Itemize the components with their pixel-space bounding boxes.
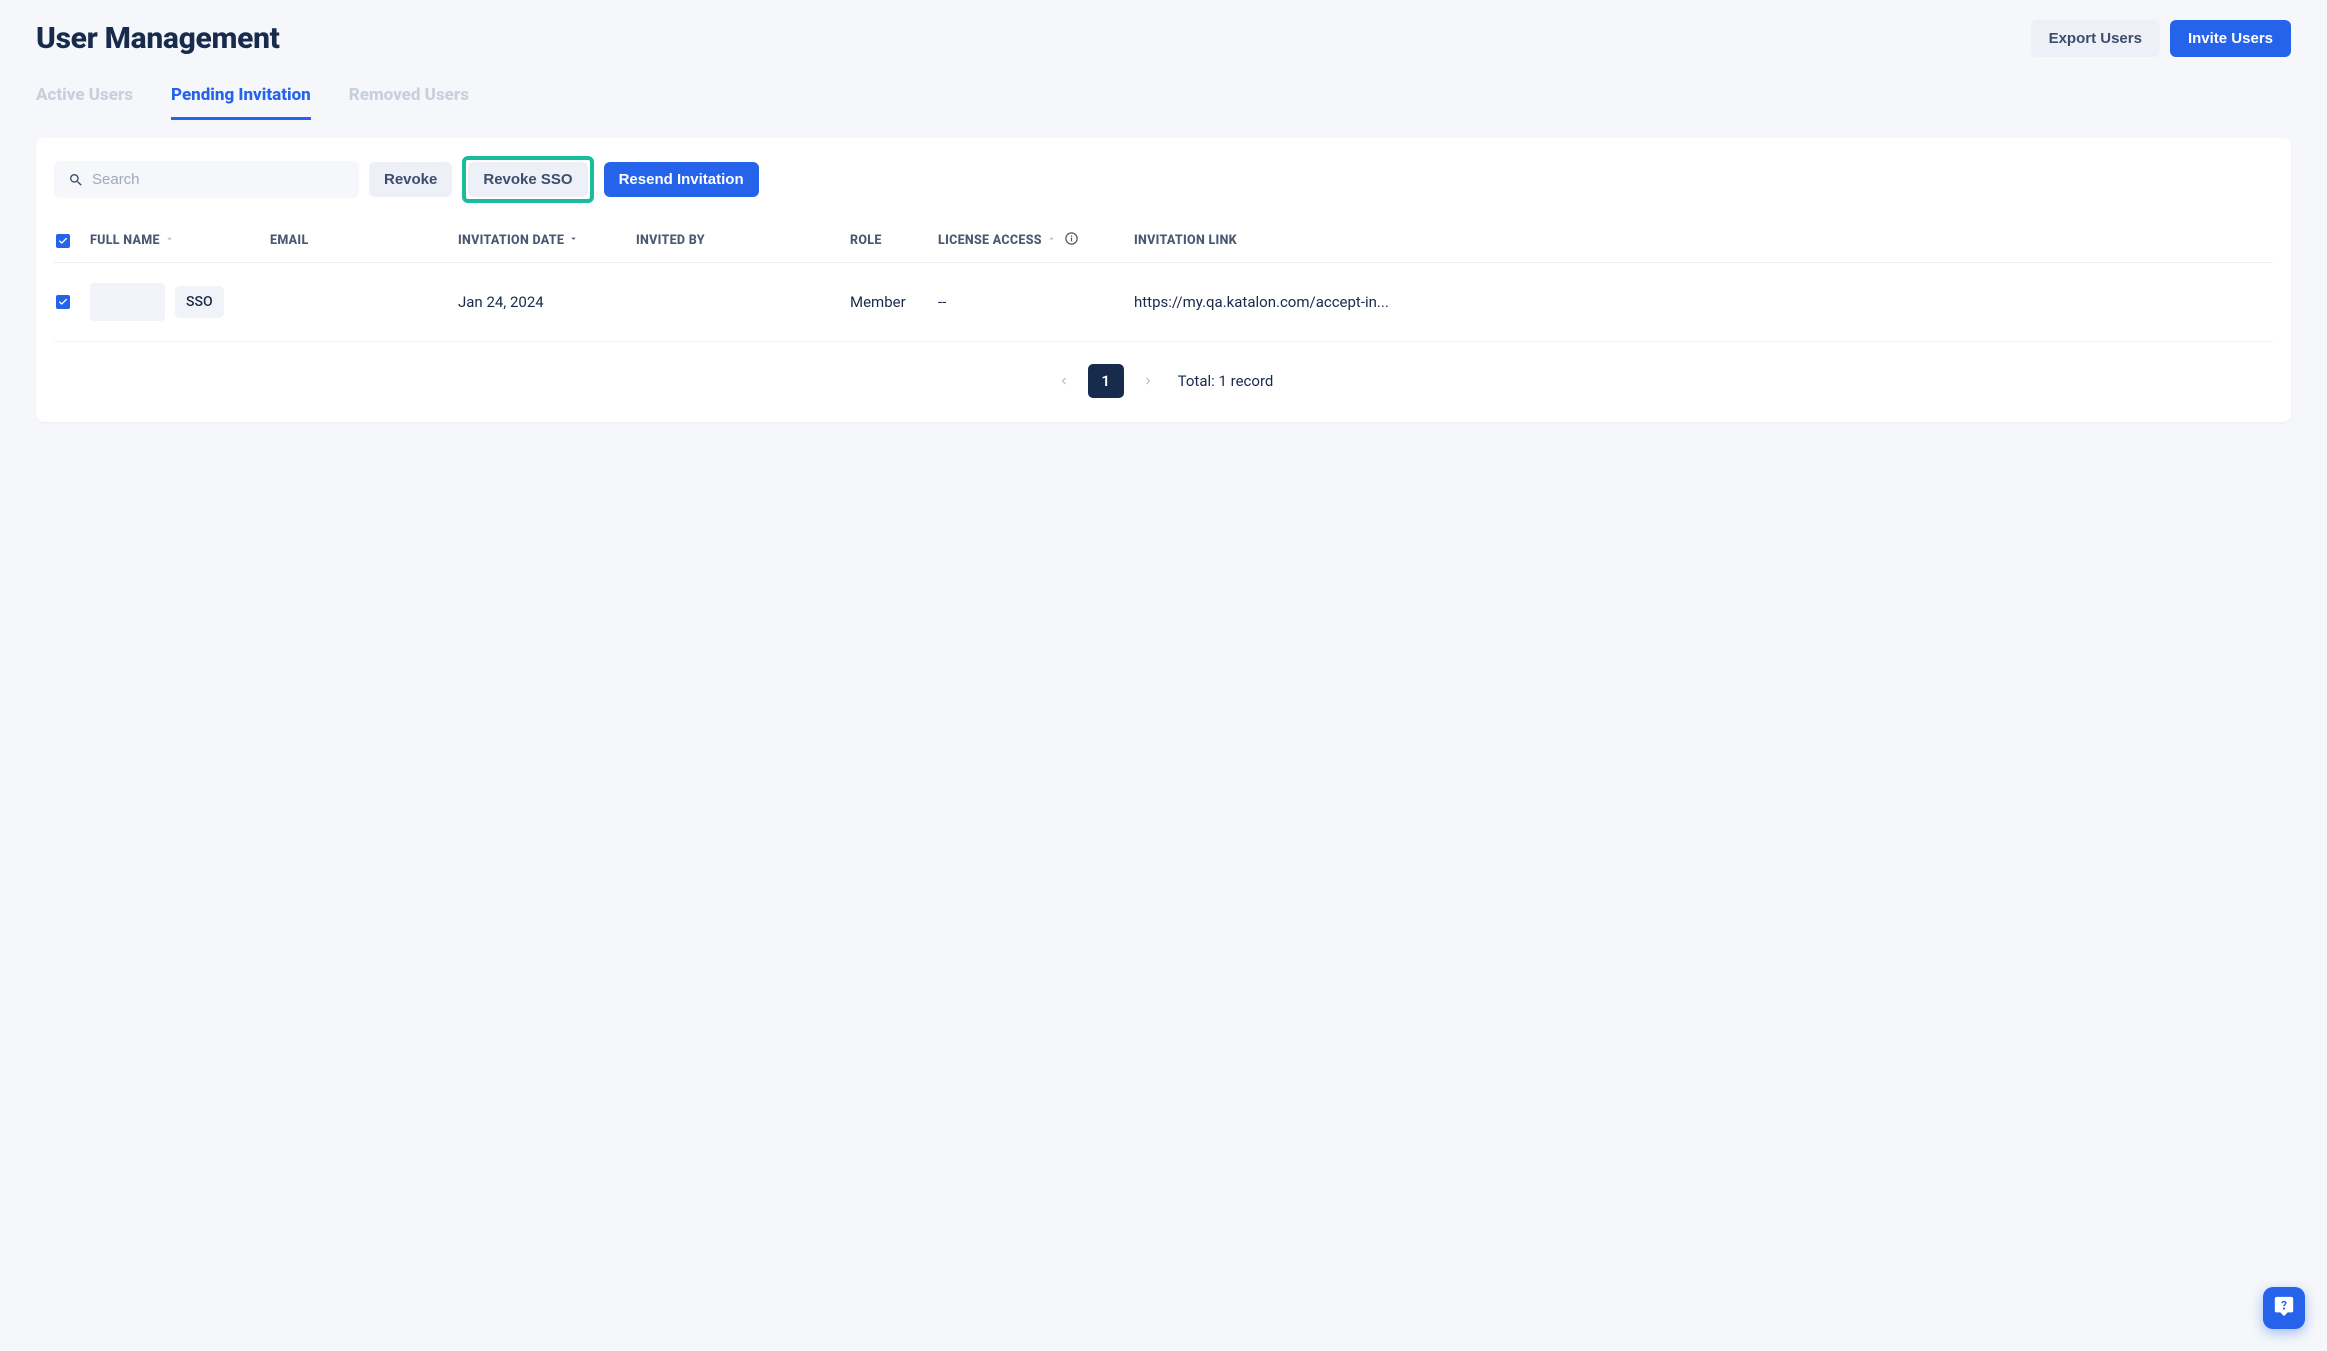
row-role: Member — [850, 293, 938, 311]
chat-help-icon — [2273, 1295, 2295, 1321]
col-license-access-label: LICENSE ACCESS — [938, 233, 1042, 248]
resend-invitation-button[interactable]: Resend Invitation — [604, 162, 759, 197]
sort-desc-icon — [568, 233, 579, 248]
info-icon[interactable] — [1061, 231, 1079, 250]
help-fab-button[interactable] — [2263, 1287, 2305, 1329]
select-all-checkbox[interactable] — [56, 234, 70, 248]
col-full-name[interactable]: FULL NAME — [90, 233, 270, 248]
table-header: FULL NAME EMAIL INVITATION DATE INVITED … — [54, 221, 2273, 263]
col-invitation-link[interactable]: INVITATION LINK — [1134, 233, 2273, 248]
table-row: SSO Jan 24, 2024 Member -- https://my.qa… — [54, 263, 2273, 342]
col-full-name-label: FULL NAME — [90, 233, 160, 248]
page-number-current[interactable]: 1 — [1088, 364, 1124, 398]
col-email[interactable]: EMAIL — [270, 233, 458, 248]
row-invitation-date: Jan 24, 2024 — [458, 293, 636, 311]
tab-active-users[interactable]: Active Users — [36, 85, 133, 120]
col-invitation-date[interactable]: INVITATION DATE — [458, 233, 636, 248]
pagination-total: Total: 1 record — [1178, 372, 1274, 390]
export-users-button[interactable]: Export Users — [2031, 20, 2160, 57]
sort-asc-icon — [1046, 233, 1057, 248]
col-invited-by[interactable]: INVITED BY — [636, 233, 850, 248]
revoke-button[interactable]: Revoke — [369, 162, 452, 197]
tab-removed-users[interactable]: Removed Users — [349, 85, 469, 120]
page-next-button[interactable] — [1138, 371, 1158, 391]
page-prev-button[interactable] — [1054, 371, 1074, 391]
col-license-access[interactable]: LICENSE ACCESS — [938, 231, 1134, 250]
sso-badge: SSO — [175, 286, 224, 318]
redacted-name — [90, 283, 165, 321]
search-input[interactable] — [54, 161, 359, 198]
col-invitation-date-label: INVITATION DATE — [458, 233, 564, 248]
sort-asc-icon — [164, 233, 175, 248]
page-title: User Management — [36, 21, 280, 56]
content-card: Revoke Revoke SSO Resend Invitation FULL… — [36, 138, 2291, 422]
highlight-revoke-sso: Revoke SSO — [462, 156, 593, 203]
tabs: Active Users Pending Invitation Removed … — [36, 85, 2291, 120]
invite-users-button[interactable]: Invite Users — [2170, 20, 2291, 57]
tab-pending-invitation[interactable]: Pending Invitation — [171, 85, 311, 120]
pagination: 1 Total: 1 record — [54, 364, 2273, 398]
row-license-access: -- — [938, 293, 1134, 311]
col-role[interactable]: ROLE — [850, 233, 938, 248]
revoke-sso-button[interactable]: Revoke SSO — [468, 162, 587, 197]
row-invitation-link[interactable]: https://my.qa.katalon.com/accept-in... — [1134, 293, 1389, 311]
row-checkbox[interactable] — [56, 295, 70, 309]
